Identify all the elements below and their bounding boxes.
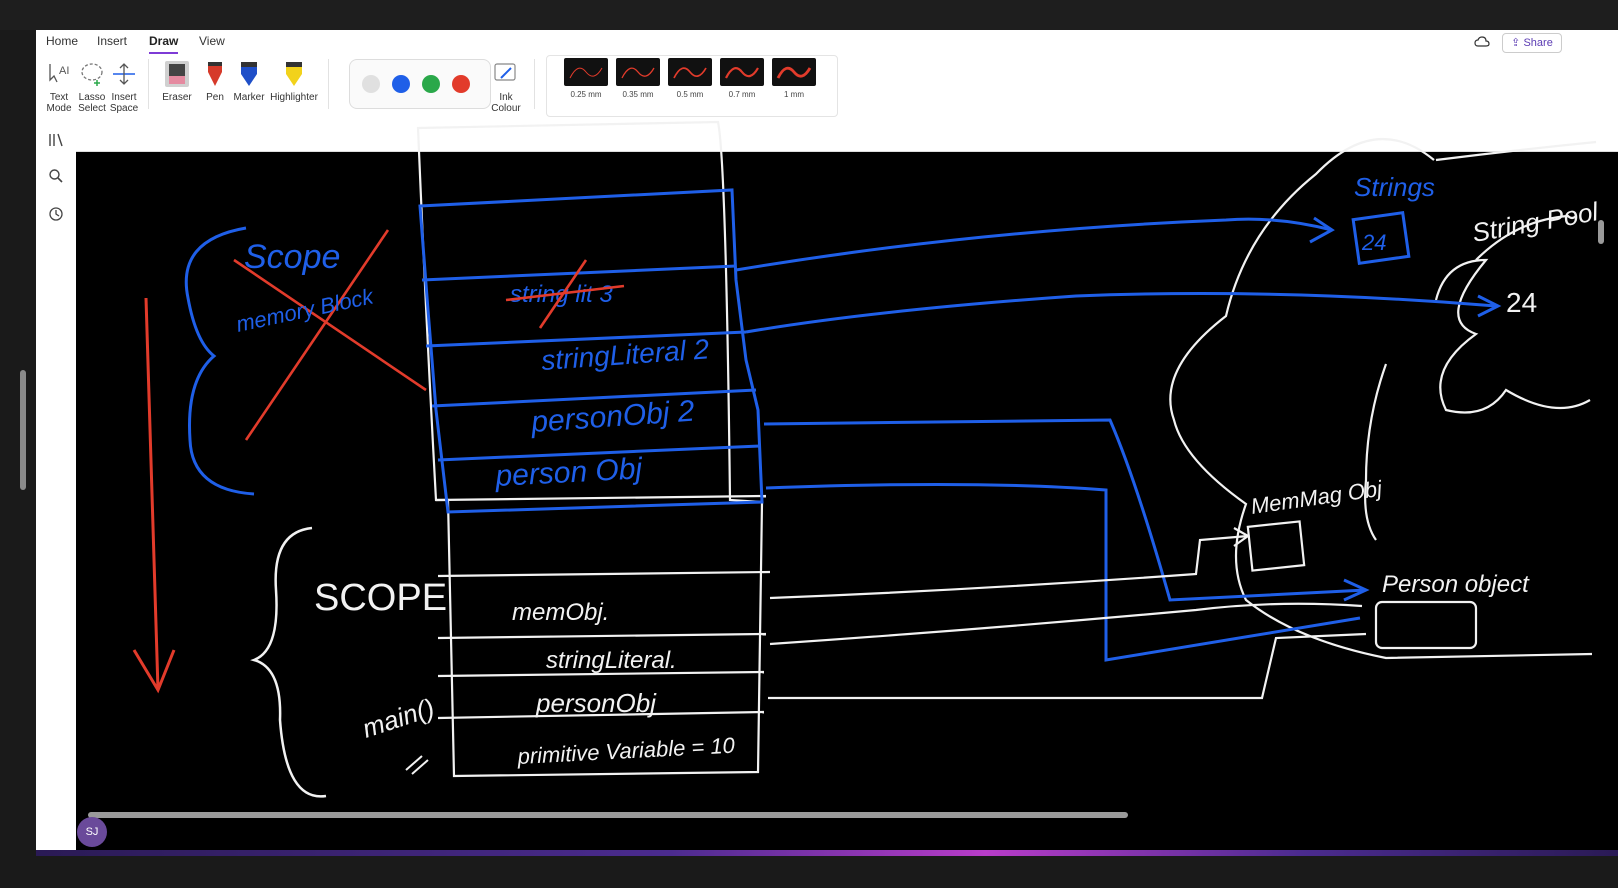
thickness-swatch (616, 58, 660, 86)
sync-cloud-icon[interactable] (1474, 35, 1490, 49)
person-obj-bottom-label: personObj (535, 688, 657, 718)
thickness-option[interactable]: 1 mm (771, 58, 817, 99)
svg-text:AI: AI (59, 65, 69, 77)
squiggle-icon (621, 67, 655, 79)
primitive-variable-label: primitive Variable = 10 (516, 733, 736, 769)
ink-colour-tool[interactable]: Ink Colour (486, 60, 526, 114)
ink-colour-icon (494, 63, 516, 81)
color-swatch-white[interactable] (362, 75, 380, 93)
insert-space-label: Insert Space (109, 92, 139, 114)
person-obj-label: person Obj (494, 452, 645, 493)
highlighter-icon (286, 62, 302, 86)
thickness-option[interactable]: 0.35 mm (615, 58, 661, 99)
thickness-option[interactable]: 0.25 mm (563, 58, 609, 99)
recent-clock-icon[interactable] (48, 206, 64, 222)
thickness-label: 0.5 mm (676, 90, 704, 99)
heap-outline-top (1435, 140, 1597, 162)
divider (328, 59, 329, 109)
text-mode-label: Text Mode (46, 92, 72, 114)
vertical-scrollbar[interactable] (1598, 220, 1604, 244)
text-mode-icon: AI (49, 64, 69, 83)
ink-color-swatches (349, 59, 491, 109)
string-literal-label: stringLiteral. (546, 647, 677, 674)
share-label: Share (1523, 37, 1553, 49)
squiggle-icon (673, 67, 707, 79)
string-pool-label: String Pool (1470, 196, 1602, 248)
pen-tool[interactable]: Pen (200, 60, 230, 103)
lasso-select-tool[interactable]: Lasso Select (76, 60, 108, 114)
drawing-canvas[interactable]: Scope memory Block string lit 3 stringLi… (76, 120, 1606, 820)
share-icon: ⇪ (1511, 37, 1524, 49)
search-icon[interactable] (48, 168, 64, 184)
marker-tool[interactable]: Marker (232, 60, 266, 103)
main-label: main() (359, 692, 438, 743)
scope-label-top: Scope (244, 238, 340, 276)
squiggle-icon (725, 67, 759, 79)
notebooks-icon[interactable] (48, 132, 64, 148)
ink-colour-label: Ink Colour (491, 92, 521, 114)
main-tick-marks (405, 755, 429, 775)
window-top-bar (0, 0, 1618, 30)
eraser-label: Eraser (162, 92, 192, 103)
thickness-swatch (772, 58, 816, 86)
left-sidebar (36, 120, 76, 850)
squiggle-icon (569, 67, 603, 79)
lasso-icon (81, 63, 103, 86)
horizontal-scrollbar[interactable] (88, 812, 1128, 818)
scope-brace-white (250, 526, 327, 798)
outer-scrollbar[interactable] (20, 370, 26, 490)
ribbon-tabs: Home Insert Draw View ⇪ Share (36, 30, 1618, 55)
thickness-label: 0.25 mm (570, 90, 602, 99)
onenote-app: Home Insert Draw View ⇪ Share AI Text Mo… (36, 30, 1618, 850)
scope-label-bottom: SCOPE (314, 577, 447, 619)
tab-home[interactable]: Home (46, 34, 78, 48)
tab-insert[interactable]: Insert (97, 34, 127, 48)
reference-arrows-white (768, 527, 1367, 700)
highlighter-label: Highlighter (270, 92, 318, 103)
color-swatch-blue[interactable] (392, 75, 410, 93)
tab-view[interactable]: View (199, 34, 225, 48)
pen-icon (208, 62, 222, 86)
down-arrow-red (132, 297, 176, 694)
thickness-label: 1 mm (784, 90, 804, 99)
share-button[interactable]: ⇪ Share (1502, 33, 1562, 53)
avatar[interactable]: SJ (77, 817, 107, 847)
divider (148, 59, 149, 109)
pen-label: Pen (206, 92, 224, 103)
bottom-gradient-band (36, 850, 1618, 856)
marker-icon (241, 62, 257, 86)
thickness-swatch (564, 58, 608, 86)
tab-draw[interactable]: Draw (149, 34, 179, 54)
text-mode-tool[interactable]: AI Text Mode (42, 60, 76, 114)
thickness-swatch (668, 58, 712, 86)
insert-space-tool[interactable]: Insert Space (108, 60, 140, 114)
highlighter-tool[interactable]: Highlighter (268, 60, 320, 103)
thickness-option[interactable]: 0.5 mm (667, 58, 713, 99)
eraser-icon (165, 61, 189, 87)
insert-space-icon (113, 63, 135, 85)
mem-mag-obj-box (1246, 520, 1306, 572)
thickness-option[interactable]: 0.7 mm (719, 58, 765, 99)
thickness-group: 0.25 mm 0.35 mm 0.5 mm 0.7 mm 1 mm (546, 55, 838, 117)
string-box-24-value: 24 (1361, 230, 1386, 255)
eraser-tool[interactable]: Eraser (154, 60, 200, 103)
mem-obj-label: memObj. (512, 599, 609, 626)
person-object-label: Person object (1382, 571, 1530, 598)
squiggle-icon (776, 66, 812, 79)
lasso-label: Lasso Select (78, 92, 106, 114)
color-swatch-green[interactable] (422, 75, 440, 93)
person-object-box (1374, 600, 1478, 650)
strings-label: Strings (1354, 172, 1435, 202)
marker-label: Marker (233, 92, 265, 103)
thickness-label: 0.35 mm (622, 90, 654, 99)
memory-block-label: memory Block (234, 283, 376, 337)
mem-mag-obj-label: MemMag Obj (1249, 476, 1384, 519)
thickness-swatch (720, 58, 764, 86)
pool-24-value: 24 (1506, 287, 1537, 318)
string-pool-cloud (1364, 214, 1591, 541)
thickness-label: 0.7 mm (728, 90, 756, 99)
color-swatch-red[interactable] (452, 75, 470, 93)
divider (534, 59, 535, 109)
